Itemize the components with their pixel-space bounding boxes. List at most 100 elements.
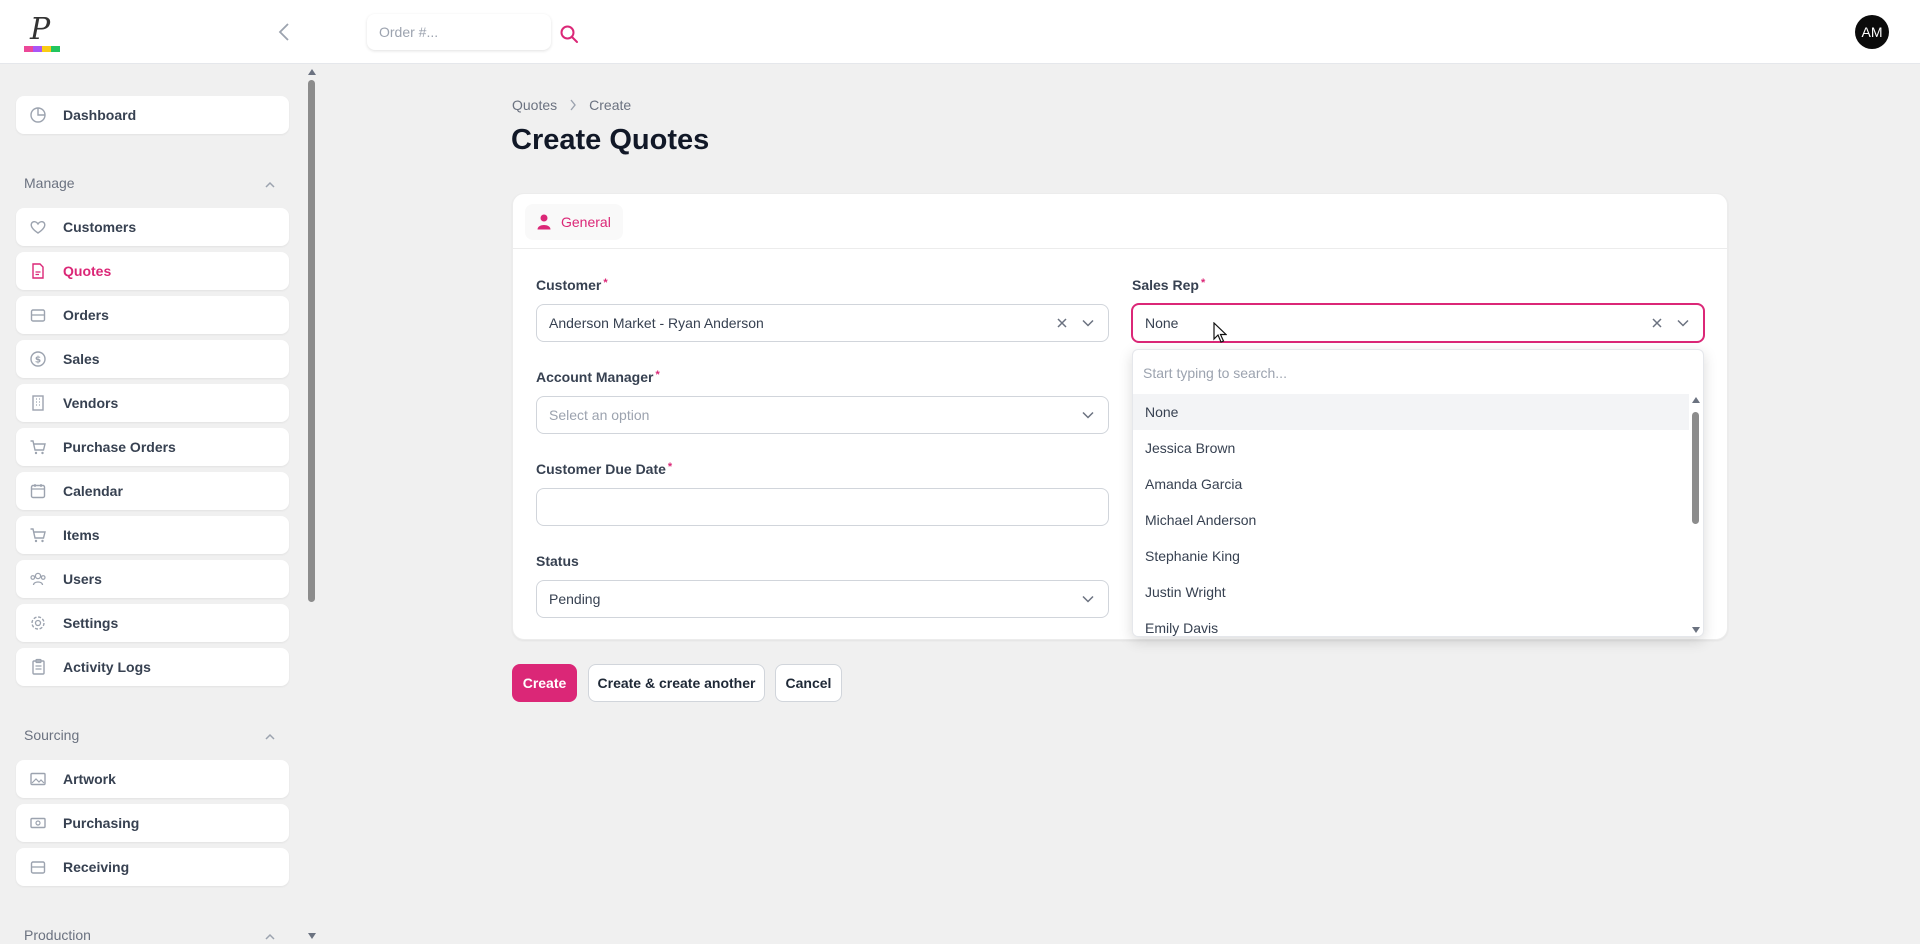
sidebar-item-orders[interactable]: Orders — [16, 296, 289, 334]
pie-chart-icon — [28, 105, 48, 125]
sidebar-item-artwork[interactable]: Artwork — [16, 760, 289, 798]
sales-rep-dropdown-search[interactable] — [1143, 362, 1683, 384]
order-search-box — [367, 14, 551, 50]
heart-icon — [28, 217, 48, 237]
cancel-button[interactable]: Cancel — [775, 664, 842, 702]
required-mark: * — [603, 277, 608, 289]
sidebar-item-label: Vendors — [63, 395, 119, 411]
collapse-sidebar-button[interactable] — [272, 20, 296, 44]
clipboard-icon — [28, 657, 48, 677]
sidebar-scrollbar[interactable] — [306, 64, 318, 944]
status-label-text: Status — [536, 553, 579, 569]
cart-icon — [28, 437, 48, 457]
chevron-up-icon[interactable] — [262, 177, 278, 193]
logo-color-bar — [24, 46, 60, 52]
sidebar: Dashboard Manage Customers Quotes Orders… — [0, 64, 320, 944]
dropdown-option[interactable]: Jessica Brown — [1133, 430, 1689, 466]
sidebar-item-label: Sales — [63, 351, 100, 367]
required-mark: * — [655, 369, 660, 381]
sidebar-item-vendors[interactable]: Vendors — [16, 384, 289, 422]
tray-icon — [28, 305, 48, 325]
sidebar-item-label: Purchase Orders — [63, 439, 176, 455]
order-search-input[interactable] — [379, 24, 539, 40]
create-button[interactable]: Create — [512, 664, 577, 702]
dropdown-option[interactable]: None — [1133, 394, 1689, 430]
customer-due-date-label-text: Customer Due Date — [536, 461, 666, 477]
clear-icon[interactable] — [1649, 315, 1665, 331]
required-mark: * — [667, 461, 673, 473]
sidebar-item-calendar[interactable]: Calendar — [16, 472, 289, 510]
sidebar-item-activity-logs[interactable]: Activity Logs — [16, 648, 289, 686]
dropdown-scrollbar-thumb[interactable] — [1692, 412, 1699, 524]
section-label-manage: Manage — [24, 175, 75, 191]
app-logo[interactable]: P — [22, 12, 62, 54]
sidebar-item-purchase-orders[interactable]: Purchase Orders — [16, 428, 289, 466]
sidebar-item-label: Orders — [63, 307, 109, 323]
svg-text:$: $ — [35, 356, 41, 366]
chevron-right-icon — [570, 99, 577, 111]
sidebar-item-label: Dashboard — [63, 107, 137, 123]
sales-rep-dropdown: None Jessica Brown Amanda Garcia Michael… — [1132, 349, 1704, 637]
sidebar-item-items[interactable]: Items — [16, 516, 289, 554]
create-and-create-another-button[interactable]: Create & create another — [588, 664, 765, 702]
top-bar: P AM — [0, 0, 1920, 64]
sidebar-item-customers[interactable]: Customers — [16, 208, 289, 246]
sidebar-item-receiving[interactable]: Receiving — [16, 848, 289, 886]
mouse-cursor-icon — [1213, 322, 1227, 343]
chevron-down-icon[interactable] — [1080, 315, 1096, 331]
users-icon — [28, 569, 48, 589]
status-label: Status — [536, 553, 579, 569]
status-select[interactable]: Pending — [536, 580, 1109, 618]
sidebar-item-label: Activity Logs — [63, 659, 151, 675]
customer-select[interactable]: Anderson Market - Ryan Anderson — [536, 304, 1109, 342]
image-icon — [28, 769, 48, 789]
sidebar-item-settings[interactable]: Settings — [16, 604, 289, 642]
breadcrumb: Quotes Create — [512, 97, 631, 113]
sidebar-item-label: Settings — [63, 615, 119, 631]
sidebar-item-purchasing[interactable]: Purchasing — [16, 804, 289, 842]
sidebar-item-label: Receiving — [63, 859, 130, 875]
tab-general-label: General — [561, 214, 611, 230]
user-avatar[interactable]: AM — [1855, 15, 1889, 49]
dropdown-option[interactable]: Stephanie King — [1133, 538, 1689, 574]
status-select-value: Pending — [549, 591, 601, 607]
sidebar-item-users[interactable]: Users — [16, 560, 289, 598]
dropdown-option[interactable]: Justin Wright — [1133, 574, 1689, 610]
scroll-down-arrow-icon[interactable] — [1692, 626, 1700, 634]
sidebar-item-sales[interactable]: $ Sales — [16, 340, 289, 378]
dropdown-scrollbar[interactable] — [1690, 394, 1702, 636]
scroll-down-arrow-icon[interactable] — [308, 932, 316, 940]
sidebar-scrollbar-thumb[interactable] — [308, 80, 315, 602]
user-icon — [537, 214, 551, 230]
cart-icon — [28, 525, 48, 545]
chevron-down-icon[interactable] — [1080, 591, 1096, 607]
account-manager-select[interactable]: Select an option — [536, 396, 1109, 434]
tab-general[interactable]: General — [525, 204, 623, 240]
sidebar-item-dashboard[interactable]: Dashboard — [16, 96, 289, 134]
chevron-up-icon[interactable] — [262, 929, 278, 944]
clear-icon[interactable] — [1054, 315, 1070, 331]
dropdown-option[interactable]: Emily Davis — [1133, 610, 1689, 636]
chevron-up-icon[interactable] — [262, 729, 278, 745]
breadcrumb-current: Create — [589, 97, 632, 113]
tray-icon — [28, 857, 48, 877]
scroll-up-arrow-icon[interactable] — [308, 68, 316, 76]
sidebar-item-quotes[interactable]: Quotes — [16, 252, 289, 290]
dropdown-option[interactable]: Amanda Garcia — [1133, 466, 1689, 502]
scroll-up-arrow-icon[interactable] — [1692, 396, 1700, 404]
chevron-down-icon[interactable] — [1675, 315, 1691, 331]
breadcrumb-link-quotes[interactable]: Quotes — [512, 97, 557, 113]
sales-rep-label: Sales Rep * — [1132, 277, 1205, 293]
customer-select-value: Anderson Market - Ryan Anderson — [549, 315, 764, 331]
dropdown-option[interactable]: Michael Anderson — [1133, 502, 1689, 538]
cash-icon — [28, 813, 48, 833]
page-title: Create Quotes — [511, 124, 710, 156]
chevron-down-icon[interactable] — [1080, 407, 1096, 423]
sidebar-item-label: Quotes — [63, 263, 112, 279]
sales-rep-options: None Jessica Brown Amanda Garcia Michael… — [1133, 394, 1689, 636]
search-icon[interactable] — [559, 24, 579, 44]
account-manager-label: Account Manager * — [536, 369, 660, 385]
calendar-icon — [28, 481, 48, 501]
customer-due-date-field[interactable] — [536, 488, 1109, 526]
chevron-left-icon — [278, 23, 289, 41]
